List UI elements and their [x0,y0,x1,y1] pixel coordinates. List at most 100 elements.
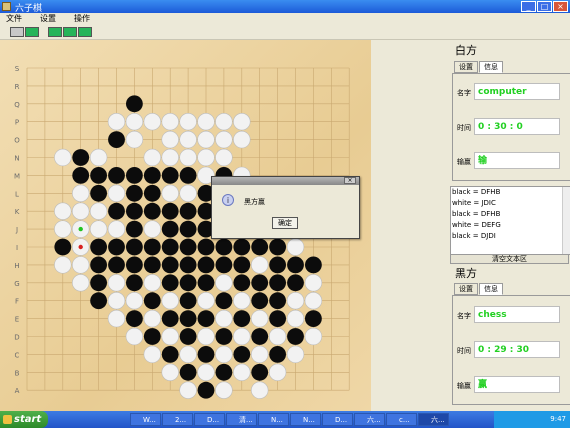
taskbar-window-button[interactable]: N... [258,413,289,426]
taskbar-window-button[interactable]: 六... [418,413,449,426]
white-stone [89,148,108,167]
step-button[interactable] [63,27,77,37]
white-stone [179,148,197,167]
white-stone [251,256,269,274]
black-stone [90,184,107,202]
black-stone [251,238,269,256]
black-stone [143,238,161,256]
menu-settings[interactable]: 设置 [40,13,56,25]
white-stone [304,327,323,346]
clear-text-button[interactable]: 清空文本区 [450,254,569,264]
row-label: O [14,137,20,145]
black-stone [125,220,143,238]
white-stone [197,130,215,149]
taskbar-window-button[interactable]: 清... [226,413,257,426]
black-stone [269,238,286,256]
white-stone [125,130,144,149]
white-stone [286,292,305,310]
taskbar-window-button[interactable]: 六... [354,413,385,426]
open-button[interactable] [25,27,39,37]
white-stone [71,184,90,203]
white-stone [125,292,144,310]
app-icon [2,2,11,11]
taskbar-window-button[interactable]: D... [194,413,225,426]
tab-white-settings[interactable]: 设置 [454,61,478,73]
black-stone [233,310,251,327]
dialog-close-button[interactable]: × [344,177,356,184]
taskbar-window-button[interactable]: W... [130,413,161,426]
play-button[interactable] [48,27,62,37]
close-window-button[interactable]: × [553,1,568,12]
black-stone [108,167,125,184]
menu-file[interactable]: 文件 [6,13,22,25]
black-stone [179,274,197,292]
toolbar [0,25,570,40]
row-label: R [15,83,20,91]
black-stone [233,256,251,274]
row-label: E [15,316,19,324]
white-stone [215,345,233,364]
taskbar-window-button[interactable]: 2... [162,413,193,426]
black-stone [161,256,179,274]
taskbar-window-button[interactable]: c... [386,413,417,426]
start-button[interactable]: start [0,411,48,428]
new-game-button[interactable] [10,27,24,37]
dialog-ok-button[interactable]: 确定 [272,217,298,229]
window-controls: _ □ × [521,1,568,12]
black-stone [125,202,143,220]
black-stone [233,346,251,363]
black-stone [90,292,107,310]
black-stone [72,167,90,184]
black-stone [269,256,286,274]
black-time-label: 时间 [457,347,471,355]
taskbar: start W... 2... D... 清... N... N... D... 六... c.… [0,411,570,428]
white-stone [197,148,215,167]
white-stone [179,130,197,149]
black-stone [161,167,179,184]
tab-black-settings[interactable]: 设置 [454,283,478,295]
black-stone [90,274,107,292]
black-stone [215,328,233,345]
dialog-title-bar[interactable] [212,177,359,185]
tab-black-info[interactable]: 信息 [479,283,503,295]
black-stone [269,310,286,327]
black-time-field: 0 : 29 : 30 [474,341,560,358]
maximize-button[interactable]: □ [537,1,552,12]
black-stone [179,292,197,310]
white-stone [125,327,144,346]
black-stone [179,167,197,184]
white-name-label: 名字 [457,89,471,97]
white-stone [215,274,233,292]
minimize-button[interactable]: _ [521,1,536,12]
white-stone [54,220,72,238]
row-label: D [14,334,19,342]
white-panel-title: 白方 [455,44,477,57]
menu-operate[interactable]: 操作 [74,13,90,25]
white-stone [286,309,305,328]
last-move-marker [78,244,83,250]
white-stone [54,256,72,274]
row-label: N [14,155,19,163]
move-log[interactable]: black = DFHB white = JDIC black = DFHB w… [450,186,570,255]
tab-white-info[interactable]: 信息 [479,61,503,73]
black-stone [125,256,143,274]
taskbar-window-button[interactable]: D... [322,413,353,426]
black-stone [143,328,161,345]
black-name-label: 名字 [457,312,471,320]
black-tabs: 设置 信息 [454,283,504,295]
white-stone [233,130,251,149]
white-stone [179,112,197,131]
black-stone [179,328,197,345]
undo-button[interactable] [78,27,92,37]
black-stone [179,238,197,256]
white-time-label: 时间 [457,124,471,132]
log-scrollbar[interactable] [562,187,570,254]
black-stone [108,131,125,148]
taskbar-window-button[interactable]: N... [290,413,321,426]
white-stone [197,327,215,346]
title-bar: 六子棋 _ □ × [0,0,570,14]
black-stone [215,238,233,256]
black-stone [161,202,179,220]
black-stone [233,274,251,292]
black-stone [287,274,304,292]
